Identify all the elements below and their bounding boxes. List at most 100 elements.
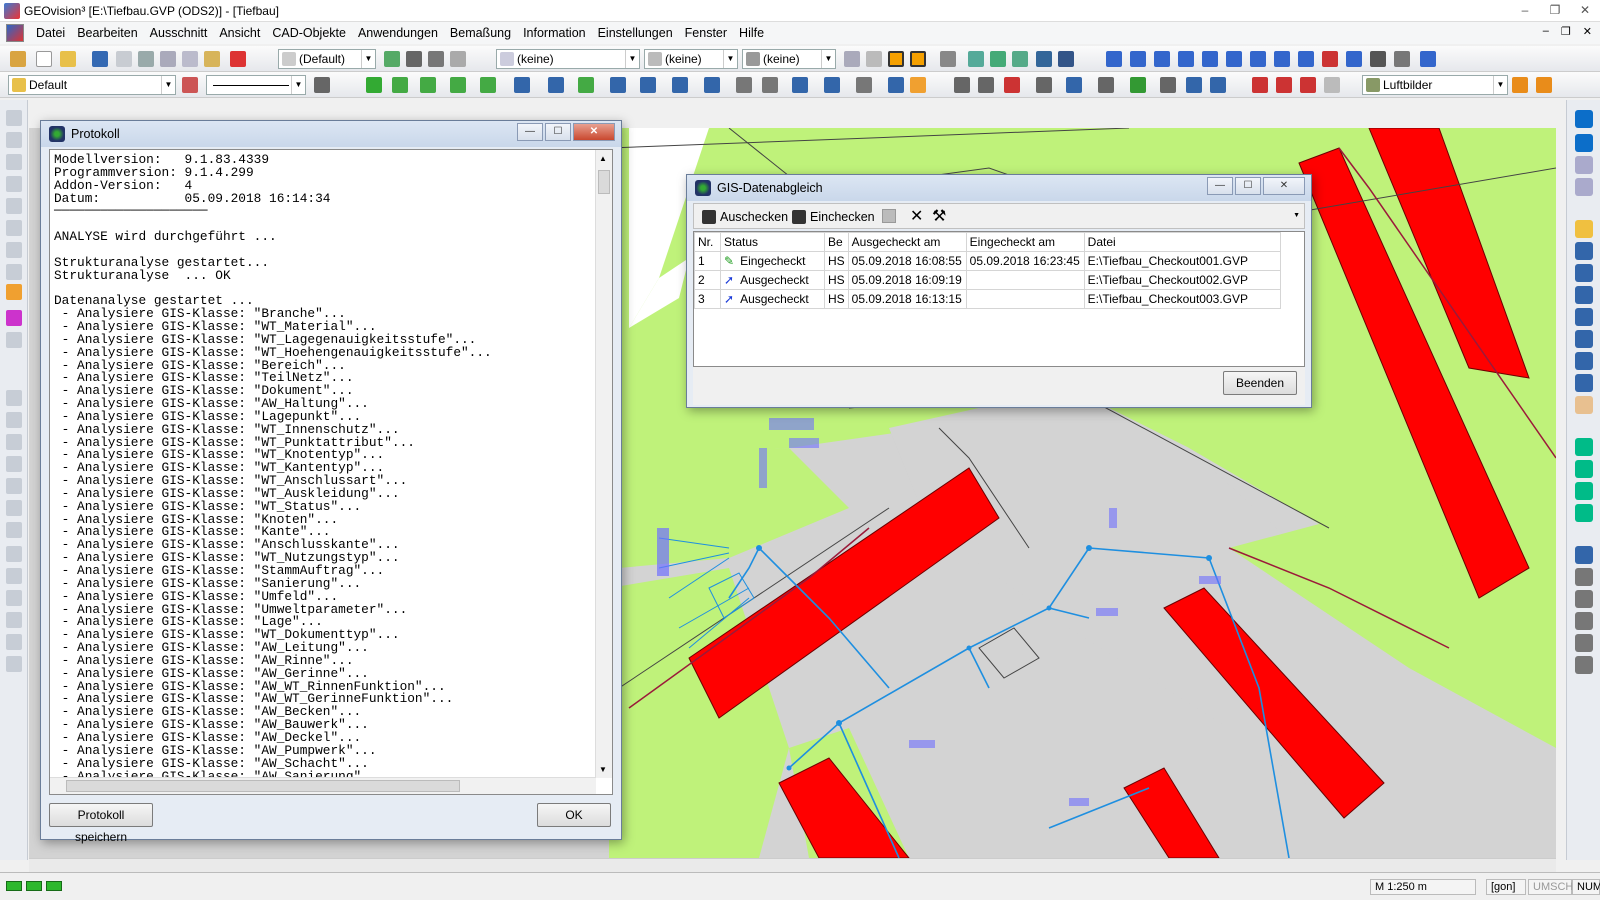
tool13-icon[interactable] (6, 612, 22, 628)
arrow2-icon[interactable] (1575, 178, 1593, 196)
gis-minimize-button[interactable]: — (1207, 177, 1233, 195)
tool12-icon[interactable] (6, 590, 22, 606)
tool9-icon[interactable] (6, 522, 22, 538)
export-icon[interactable] (230, 51, 246, 67)
spline-icon[interactable] (578, 77, 594, 93)
paste-icon[interactable] (182, 51, 198, 67)
rect2-icon[interactable] (762, 77, 778, 93)
tool8-icon[interactable] (6, 500, 22, 516)
measure-tool4-icon[interactable] (1575, 612, 1593, 630)
menu-hilfe[interactable]: Hilfe (733, 26, 770, 40)
copy-icon[interactable] (160, 51, 176, 67)
delete2-icon[interactable] (1276, 77, 1292, 93)
tool10-icon[interactable] (6, 546, 22, 562)
gis-maximize-button[interactable]: ☐ (1235, 177, 1261, 195)
scale-icon[interactable] (1160, 77, 1176, 93)
info12-icon[interactable] (1420, 51, 1436, 67)
arrow-up-icon[interactable] (1575, 134, 1593, 152)
info6-icon[interactable] (1226, 51, 1242, 67)
protokoll-titlebar[interactable]: Protokoll — ☐ ✕ (41, 121, 621, 147)
tool4-icon[interactable] (6, 412, 22, 428)
active-tool-icon[interactable] (6, 284, 22, 300)
info2-icon[interactable] (1130, 51, 1146, 67)
map-horizontal-scrollbar[interactable] (29, 858, 1556, 872)
chevron-down-icon[interactable]: ▼ (291, 76, 305, 94)
menu-fenster[interactable]: Fenster (679, 26, 733, 40)
snap-icon[interactable] (844, 51, 860, 67)
nav-icon[interactable] (1575, 438, 1593, 456)
tool11-icon[interactable] (6, 568, 22, 584)
info11-icon[interactable] (1346, 51, 1362, 67)
col-be[interactable]: Be (824, 232, 849, 252)
info8-icon[interactable] (1274, 51, 1290, 67)
layers2-icon[interactable] (1012, 51, 1028, 67)
undo-icon[interactable] (1324, 77, 1340, 93)
mdi-close-button[interactable]: ✕ (1583, 25, 1592, 38)
select5-icon[interactable] (6, 198, 22, 214)
menu-einstellungen[interactable]: Einstellungen (592, 26, 679, 40)
info7-icon[interactable] (1250, 51, 1266, 67)
move-icon[interactable] (1036, 77, 1052, 93)
menu-bemassung[interactable]: Bemaßung (444, 26, 517, 40)
protokoll-horizontal-scrollbar[interactable] (50, 777, 596, 794)
nav3-icon[interactable] (1575, 482, 1593, 500)
keine-combo-3[interactable]: (keine) ▼ (742, 49, 836, 69)
protokoll-log[interactable]: Modellversion: 9.1.83.4339 Programmversio… (49, 149, 613, 795)
select3-icon[interactable] (6, 154, 22, 170)
zoom-out-icon[interactable] (1575, 352, 1593, 370)
info9-icon[interactable] (1298, 51, 1314, 67)
chevron-down-icon[interactable]: ▼ (723, 50, 737, 68)
menu-ansicht[interactable]: Ansicht (213, 26, 266, 40)
trim-icon[interactable] (1004, 77, 1020, 93)
chevron-down-icon[interactable]: ▼ (361, 50, 375, 68)
toolbar-overflow-icon[interactable]: ▼ (1293, 212, 1300, 219)
delete-icon[interactable] (1252, 77, 1268, 93)
info10-icon[interactable] (1322, 51, 1338, 67)
nav4-icon[interactable] (1575, 504, 1593, 522)
arrow-icon[interactable] (1575, 156, 1593, 174)
protokoll-hscroll-thumb[interactable] (66, 780, 460, 792)
grid-icon[interactable] (940, 51, 956, 67)
select8-icon[interactable] (6, 264, 22, 280)
menu-information[interactable]: Information (517, 26, 592, 40)
select-icon[interactable] (6, 110, 22, 126)
beenden-button[interactable]: Beenden (1223, 371, 1297, 395)
circle-icon[interactable] (548, 77, 564, 93)
chevron-down-icon[interactable]: ▼ (161, 76, 175, 94)
layer-tool-icon[interactable] (384, 51, 400, 67)
highlight-square2-icon[interactable] (910, 51, 926, 67)
style-combo[interactable]: (Default) ▼ (278, 49, 376, 69)
menu-ausschnitt[interactable]: Ausschnitt (144, 26, 214, 40)
layer-settings-icon[interactable] (182, 77, 198, 93)
zoom-window-icon[interactable] (1575, 220, 1593, 238)
zoom-in-icon[interactable] (1575, 330, 1593, 348)
gis-close-button[interactable]: ✕ (1263, 177, 1305, 195)
close-button[interactable]: ✕ (1570, 0, 1600, 20)
gis-titlebar[interactable]: GIS-Datenabgleich — ☐ ✕ (687, 175, 1311, 201)
print-icon[interactable] (138, 51, 154, 67)
scroll-down-icon[interactable]: ▼ (599, 765, 607, 774)
box-icon[interactable] (910, 77, 926, 93)
delete-x-icon[interactable]: ✕ (910, 206, 923, 226)
snap2-icon[interactable] (866, 51, 882, 67)
layers3-icon[interactable] (1036, 51, 1052, 67)
zoom2-icon[interactable] (1575, 264, 1593, 282)
info4-icon[interactable] (1178, 51, 1194, 67)
restore-button[interactable]: ❐ (1540, 0, 1570, 20)
layer-combo[interactable]: Default ▼ (8, 75, 176, 95)
layer-tool3-icon[interactable] (428, 51, 444, 67)
select6-icon[interactable] (6, 220, 22, 236)
protokoll-scroll-thumb[interactable] (598, 170, 610, 194)
document-menu-icon[interactable] (6, 24, 24, 42)
measure-tool5-icon[interactable] (1575, 634, 1593, 652)
measure-tool3-icon[interactable] (1575, 590, 1593, 608)
connect-icon[interactable] (672, 77, 688, 93)
line-icon[interactable] (392, 77, 408, 93)
measure-tool2-icon[interactable] (1575, 568, 1593, 586)
keine-combo-2[interactable]: (keine) ▼ (644, 49, 738, 69)
offset-icon[interactable] (1186, 77, 1202, 93)
info3-icon[interactable] (1154, 51, 1170, 67)
copy-tool-icon[interactable] (1098, 77, 1114, 93)
pan-hand-icon[interactable] (1575, 396, 1593, 414)
select7-icon[interactable] (6, 242, 22, 258)
